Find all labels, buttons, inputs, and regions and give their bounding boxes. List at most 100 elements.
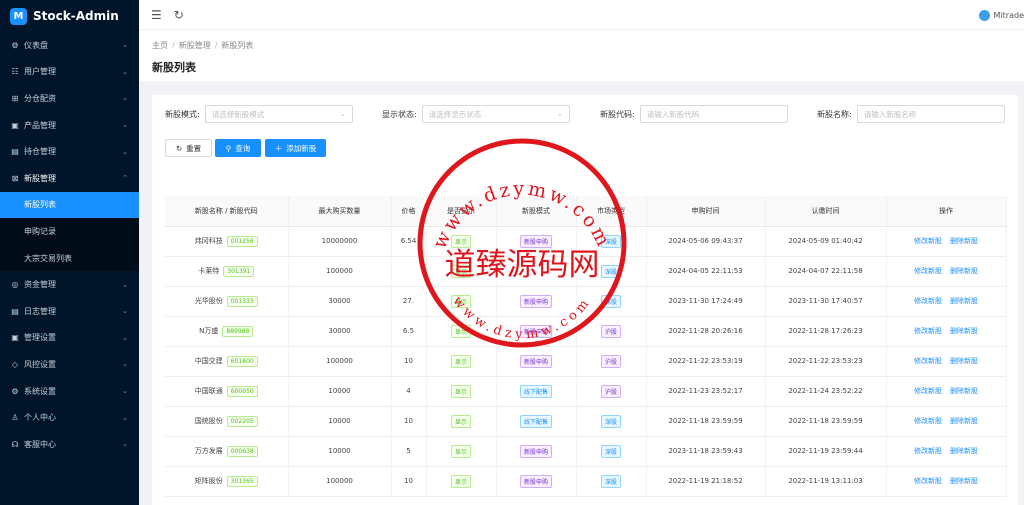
refresh-icon[interactable]: ↻ — [174, 8, 184, 22]
chevron-down-icon: ⌄ — [122, 413, 128, 422]
menu-collapse-icon[interactable]: ☰ — [151, 8, 162, 22]
market-tag: 沪股 — [600, 384, 621, 398]
product-icon: ▣ — [11, 120, 19, 130]
edit-stock-link[interactable]: 修改新股 — [914, 327, 942, 335]
user-icon: ☷ — [11, 67, 19, 77]
name-input[interactable]: 请输入新股名称 — [856, 105, 1005, 123]
sidebar-item[interactable]: ☷ 用户管理 ⌄ — [0, 59, 139, 86]
market-cell: 深股 — [576, 256, 647, 287]
sidebar-item[interactable]: ♙ 个人中心 ⌄ — [0, 404, 139, 431]
breadcrumb-item[interactable]: 新股管理 — [179, 41, 211, 50]
sidebar-item[interactable]: ⚙ 系统设置 ⌄ — [0, 378, 139, 405]
max-qty-cell: 10000 — [288, 436, 392, 467]
logo[interactable]: M Stock-Admin — [0, 0, 139, 32]
chevron-down-icon: ⌄ — [122, 121, 128, 130]
stock-name-cell: 中国联通 600050 — [165, 376, 289, 407]
sidebar-item[interactable]: ◎ 资金管理 ⌄ — [0, 271, 139, 298]
table-row: 国统股份 002205 10000 10 显示 线下配售 深股 2022-11-18 23:5… — [165, 406, 1007, 437]
chevron-down-icon: ⌄ — [122, 440, 128, 449]
edit-stock-link[interactable]: 修改新股 — [914, 417, 942, 425]
stock-name-cell: 光华股份 001333 — [165, 286, 289, 317]
breadcrumb-item[interactable]: 主页 — [152, 41, 168, 50]
sidebar-item[interactable]: ▣ 管理设置 ⌄ — [0, 325, 139, 352]
delete-stock-link[interactable]: 删除新股 — [950, 357, 978, 365]
edit-stock-link[interactable]: 修改新股 — [914, 267, 942, 275]
price-cell: 6.54 — [391, 226, 427, 257]
column-header: 新股名称 / 新股代码 — [165, 196, 289, 227]
mode-tag: 线下配售 — [519, 384, 552, 398]
subscribe-time-cell: 2024-05-09 01:40:42 — [765, 226, 887, 257]
max-qty-cell: 10000000 — [288, 226, 392, 257]
delete-stock-link[interactable]: 删除新股 — [950, 297, 978, 305]
status-select[interactable]: 请选择显示状态 ⌄ — [421, 105, 570, 123]
stock-name-cell: 国统股份 002205 — [165, 406, 289, 437]
sidebar-item-label: 客服中心 — [24, 439, 56, 449]
mode-cell: 线下配售 — [496, 406, 577, 437]
sidebar-item[interactable]: ⚙ 仪表盘 ⌄ — [0, 32, 139, 59]
market-tag: 沪股 — [600, 354, 621, 368]
actions-cell: 修改新股 删除新股 — [886, 436, 1007, 467]
sidebar-item-label: 系统设置 — [24, 386, 56, 396]
query-button[interactable]: ⚲ 查询 — [215, 139, 261, 157]
sidebar-item-label: 风控设置 — [24, 359, 56, 369]
price-cell: 6.5 — [391, 316, 427, 347]
show-cell: 显示 — [426, 466, 497, 497]
delete-stock-link[interactable]: 删除新股 — [950, 417, 978, 425]
actions-cell: 修改新股 删除新股 — [886, 226, 1007, 257]
edit-stock-link[interactable]: 修改新股 — [914, 387, 942, 395]
edit-stock-link[interactable]: 修改新股 — [914, 357, 942, 365]
mode-cell: 新股申购 — [496, 316, 577, 347]
market-tag: 深股 — [600, 444, 621, 458]
add-stock-button[interactable]: ＋添加新股 — [265, 139, 326, 157]
edit-stock-link[interactable]: 修改新股 — [914, 477, 942, 485]
sidebar: M Stock-Admin ⚙ 仪表盘 ⌄ ☷ 用户管理 ⌄ ⊞ 分仓配资 ⌄ ▣ 产品管理 ⌄ ▤ 持仓… — [0, 0, 139, 505]
app-name: Stock-Admin — [33, 9, 119, 23]
subscribe-time-cell: 2023-11-30 17:40:57 — [765, 286, 887, 317]
delete-stock-link[interactable]: 删除新股 — [950, 327, 978, 335]
subscribe-time-cell: 2022-11-19 23:59:44 — [765, 436, 887, 467]
delete-stock-link[interactable]: 删除新股 — [950, 477, 978, 485]
code-input[interactable]: 请输入新股代码 — [639, 105, 788, 123]
stock-code-tag: 301365 — [226, 475, 258, 487]
submenu-item[interactable]: 申购记录 — [0, 218, 139, 245]
delete-stock-link[interactable]: 删除新股 — [950, 447, 978, 455]
mode-cell: 新股申购 — [496, 346, 577, 377]
edit-stock-link[interactable]: 修改新股 — [914, 297, 942, 305]
sidebar-item[interactable]: ▤ 持仓管理 ⌄ — [0, 138, 139, 165]
sidebar-item[interactable]: ▣ 产品管理 ⌄ — [0, 112, 139, 139]
user-menu[interactable]: Mitrade — [978, 0, 1024, 30]
apply-time-cell: 2023-11-18 23:59:43 — [646, 436, 766, 467]
sidebar-item[interactable]: ⊞ 分仓配资 ⌄ — [0, 85, 139, 112]
mode-cell: 新股申购 — [496, 286, 577, 317]
market-cell: 深股 — [576, 406, 647, 437]
ipo-icon: ⊠ — [11, 173, 19, 183]
show-cell: 显示 — [426, 406, 497, 437]
delete-stock-link[interactable]: 删除新股 — [950, 237, 978, 245]
subscribe-time-cell: 2022-11-28 17:26:23 — [765, 316, 887, 347]
max-qty-cell: 30000 — [288, 316, 392, 347]
apply-time-cell: 2022-11-28 20:26:16 — [646, 316, 766, 347]
edit-stock-link[interactable]: 修改新股 — [914, 447, 942, 455]
sidebar-item[interactable]: ▤ 日志管理 ⌄ — [0, 298, 139, 325]
topbar: ☰ ↻ Mitrade — [139, 0, 1024, 30]
stock-name-cell: 矩阵股份 301365 — [165, 466, 289, 497]
price-cell: 10 — [391, 346, 427, 377]
actions-cell: 修改新股 删除新股 — [886, 466, 1007, 497]
submenu-item[interactable]: 大宗交易列表 — [0, 245, 139, 272]
mode-tag: 新股申购 — [519, 444, 552, 458]
risk-icon: ◇ — [11, 359, 19, 369]
mode-cell: 新股申购 — [496, 466, 577, 497]
stock-code-tag: 002205 — [226, 415, 258, 427]
submenu-item[interactable]: 新股列表 — [0, 191, 139, 219]
stock-code-tag: 600050 — [226, 385, 258, 397]
edit-stock-link[interactable]: 修改新股 — [914, 237, 942, 245]
sidebar-item-label: 持仓管理 — [24, 147, 56, 157]
sidebar-item[interactable]: ◇ 风控设置 ⌄ — [0, 351, 139, 378]
delete-stock-link[interactable]: 删除新股 — [950, 387, 978, 395]
reset-button[interactable]: ↻ 重置 — [165, 139, 212, 157]
delete-stock-link[interactable]: 删除新股 — [950, 267, 978, 275]
holding-icon: ▤ — [11, 147, 19, 157]
sidebar-item[interactable]: ⊠ 新股管理 ⌃ — [0, 165, 139, 192]
mode-select[interactable]: 请选择新股模式 ⌄ — [204, 105, 353, 123]
sidebar-item[interactable]: ☊ 客服中心 ⌄ — [0, 431, 139, 458]
